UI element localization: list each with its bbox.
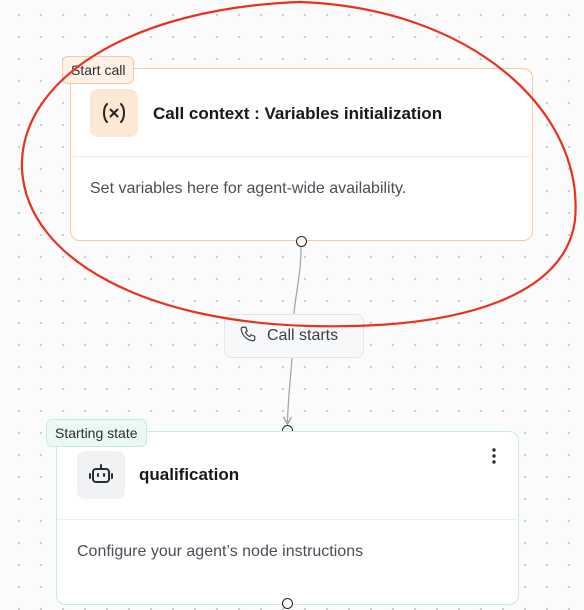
starting-state-tag: Starting state	[46, 419, 147, 447]
variable-x-icon	[90, 89, 138, 137]
edge-start-to-label	[293, 246, 302, 315]
start-node-source-handle[interactable]	[295, 235, 307, 247]
node-divider	[57, 519, 518, 520]
flow-canvas[interactable]: Call context : Variables initialization …	[0, 0, 584, 610]
node-divider	[71, 156, 532, 157]
qualification-node[interactable]: qualification Configure your agent’s nod…	[56, 431, 519, 605]
node-title: Call context : Variables initialization	[153, 104, 443, 123]
node-description: Configure your agent’s node instructions	[77, 543, 364, 560]
node-description: Set variables here for agent-wide availa…	[90, 180, 407, 197]
edge-label-call-starts[interactable]: Call starts	[224, 314, 364, 358]
phone-icon	[239, 325, 257, 348]
node-title: qualification	[139, 465, 240, 484]
more-vertical-icon[interactable]	[486, 446, 502, 466]
edge-label-text: Call starts	[267, 327, 339, 344]
edge-label-to-state	[286, 357, 293, 423]
start-call-node[interactable]: Call context : Variables initialization …	[70, 68, 533, 241]
robot-icon	[77, 451, 125, 499]
state-node-source-handle[interactable]	[281, 597, 293, 609]
edge-arrowhead	[282, 416, 293, 426]
start-call-tag: Start call	[62, 56, 135, 84]
